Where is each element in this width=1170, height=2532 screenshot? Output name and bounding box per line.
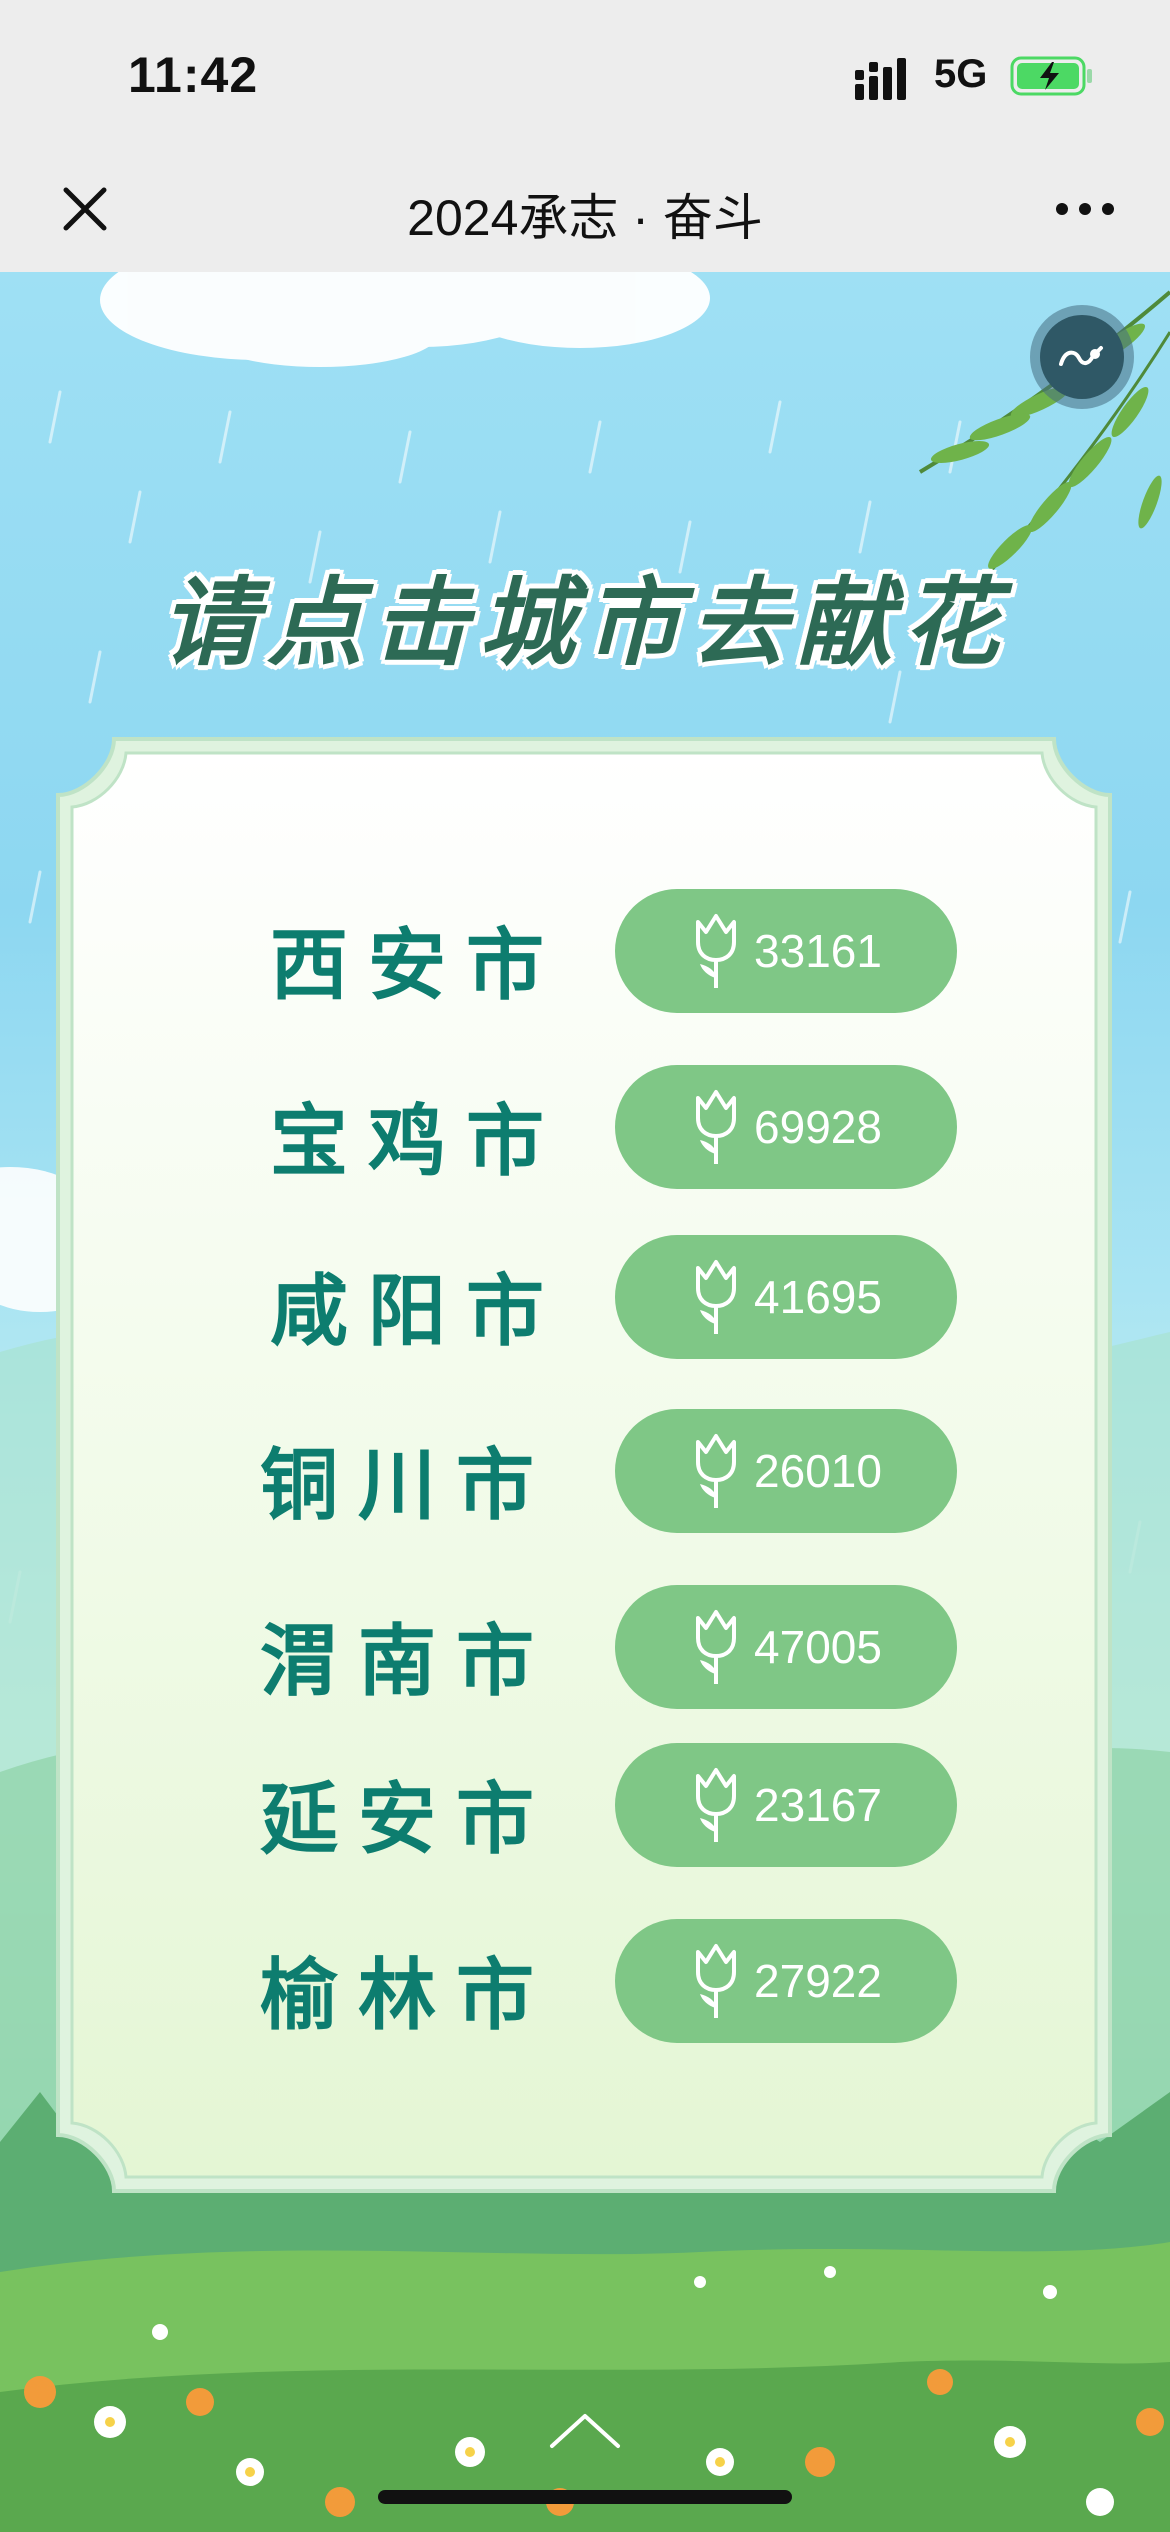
flower-count-button[interactable]: 41695	[615, 1235, 957, 1359]
flower-count-button[interactable]: 23167	[615, 1743, 957, 1867]
flower-count: 33161	[754, 925, 882, 977]
status-time: 11:42	[128, 47, 259, 103]
city-name[interactable]: 渭南市	[260, 1599, 534, 1711]
flower-count: 41695	[754, 1271, 882, 1323]
city-row: 榆林市 27922	[0, 1919, 1170, 2043]
flower-count: 23167	[754, 1779, 882, 1831]
battery-icon	[1010, 56, 1092, 96]
city-row: 渭南市 47005	[0, 1585, 1170, 1709]
network-type: 5G	[934, 52, 988, 96]
flower-count-button[interactable]: 33161	[615, 889, 957, 1013]
city-name[interactable]: 榆林市	[260, 1933, 534, 2045]
flower-count: 47005	[754, 1621, 882, 1673]
flower-count: 69928	[754, 1101, 882, 1153]
city-name[interactable]: 铜川市	[260, 1423, 534, 1535]
city-name[interactable]: 西安市	[270, 903, 544, 1015]
tulip-icon	[696, 1260, 737, 1334]
city-name[interactable]: 咸阳市	[270, 1249, 544, 1361]
city-row: 宝鸡市 69928	[0, 1065, 1170, 1189]
more-dots-icon	[1056, 203, 1114, 215]
tulip-icon	[696, 1434, 737, 1508]
flower-count-button[interactable]: 27922	[615, 1919, 957, 2043]
tulip-icon	[696, 1610, 737, 1684]
home-indicator	[378, 2490, 792, 2504]
tulip-icon	[696, 1090, 737, 1164]
status-bar: 11:42 5G	[0, 0, 1170, 150]
tulip-icon	[696, 914, 737, 988]
music-icon	[1059, 346, 1103, 366]
flower-count-button[interactable]: 26010	[615, 1409, 957, 1533]
flower-count-button[interactable]: 47005	[615, 1585, 957, 1709]
scene: 请点击城市去献花 西安市 33161 宝鸡市 69928 咸阳市 41695 铜川市 2601…	[0, 272, 1170, 2532]
music-toggle-button[interactable]	[1030, 305, 1134, 409]
chevron-up-icon[interactable]	[548, 2410, 622, 2450]
tulip-icon	[696, 1768, 737, 1842]
headline: 请点击城市去献花	[161, 566, 1009, 679]
flower-count: 27922	[754, 1955, 882, 2007]
city-row: 延安市 23167	[0, 1743, 1170, 1867]
city-name[interactable]: 宝鸡市	[270, 1079, 544, 1191]
city-row: 西安市 33161	[0, 889, 1170, 1013]
more-button[interactable]	[1050, 184, 1120, 234]
tulip-icon	[696, 1944, 737, 2018]
city-row: 咸阳市 41695	[0, 1235, 1170, 1359]
signal-icon	[855, 58, 906, 100]
city-name[interactable]: 延安市	[260, 1757, 534, 1869]
city-row: 铜川市 26010	[0, 1409, 1170, 1533]
cloud-top	[100, 272, 710, 367]
nav-bar: 2024承志 · 奋斗	[0, 150, 1170, 272]
flower-count-button[interactable]: 69928	[615, 1065, 957, 1189]
page-title: 2024承志 · 奋斗	[407, 190, 763, 246]
flower-count: 26010	[754, 1445, 882, 1497]
